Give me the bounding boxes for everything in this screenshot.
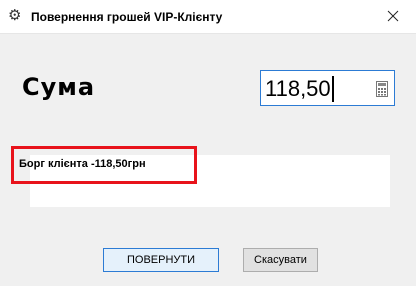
window-title: Повернення грошей VIP-Клієнту — [31, 10, 223, 24]
sum-label: Сума — [22, 73, 96, 101]
return-button[interactable]: ПОВЕРНУТИ — [103, 248, 219, 272]
close-button[interactable] — [370, 0, 416, 33]
gear-icon: ⚙ — [8, 7, 22, 24]
sum-input[interactable]: 118,50 — [260, 70, 395, 106]
calculator-icon[interactable] — [376, 81, 388, 97]
debt-text: Борг клієнта -118,50грн — [19, 158, 146, 170]
sum-input-value: 118,50 — [265, 76, 334, 102]
cancel-button[interactable]: Скасувати — [243, 248, 318, 272]
dialog-window: ⚙ Повернення грошей VIP-Клієнту Сума 118… — [0, 0, 416, 286]
title-bar: ⚙ Повернення грошей VIP-Клієнту — [0, 0, 416, 34]
close-icon — [387, 10, 399, 22]
